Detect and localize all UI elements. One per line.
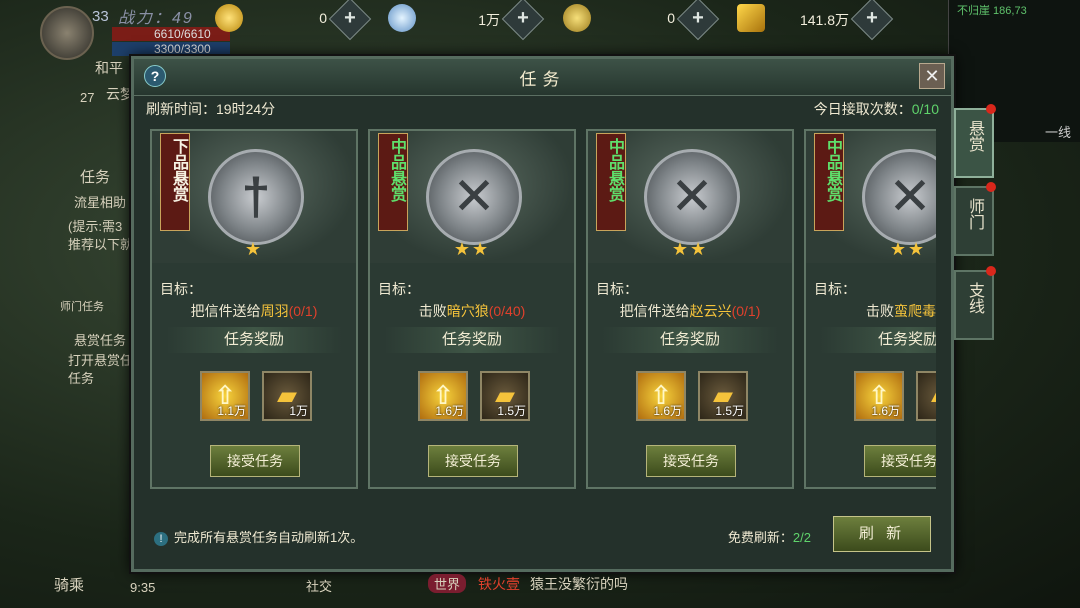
grade-banner: 中品悬赏	[814, 133, 844, 231]
grade-banner: 中品悬赏	[378, 133, 408, 231]
add-gold-button[interactable]: +	[328, 0, 372, 41]
card-art: 中品悬赏 ✕ ★★	[806, 131, 936, 263]
accept-quest-button[interactable]: 接受任务	[864, 445, 936, 477]
goal-label: 目标：	[378, 281, 420, 297]
ticket-reward-item[interactable]: ▰ 1.5万	[698, 371, 748, 421]
reward-header: 任务奖励	[384, 327, 560, 353]
free-refresh-count: 免费刷新：2/2	[727, 530, 811, 545]
goal-text: 把信件送给周羽(0/1)	[190, 303, 318, 319]
grade-text: 下品悬赏	[170, 138, 187, 202]
notification-dot	[986, 182, 996, 192]
info-icon: !	[154, 532, 168, 546]
exp-reward-item[interactable]: ⇧ 1.1万	[200, 371, 250, 421]
dialog-title: 任务	[519, 70, 566, 89]
quest-card: 下品悬赏 † ★ 目标： 把信件送给周羽(0/1) 任务奖励 ⇧ 1.1万 ▰ 1万…	[150, 129, 358, 489]
accept-quest-button[interactable]: 接受任务	[428, 445, 518, 477]
daily-accept-count: 今日接取次数：0/10	[813, 101, 939, 117]
channel-label: 一线	[1044, 125, 1071, 140]
exp-reward-item[interactable]: ⇧ 1.6万	[636, 371, 686, 421]
exp-reward-item[interactable]: ⇧ 1.6万	[854, 371, 904, 421]
social-button[interactable]: 社交	[306, 576, 332, 595]
tab-side-quest[interactable]: 支线	[954, 266, 996, 340]
tab-sect[interactable]: 师门	[954, 182, 996, 256]
quest-tab-label[interactable]: 任务	[80, 166, 110, 187]
quest-dialog: ? 任务 ✕ 刷新时间：19时24分 今日接取次数：0/10 下品悬赏 † ★ …	[131, 56, 954, 572]
goal-text: 击败暗穴狼(0/40)	[418, 303, 526, 319]
quest-2-detail-2: 任务	[68, 371, 95, 386]
mp-bar: 3300/3300	[112, 42, 230, 56]
add-ticket-button[interactable]: +	[850, 0, 894, 41]
goal-text: 把信件送给赵云兴(0/1)	[619, 303, 761, 319]
add-jade-button[interactable]: +	[501, 0, 545, 41]
notification-dot	[986, 266, 996, 276]
dialog-header: ? 任务 ✕	[134, 59, 951, 96]
player-name: 和平	[95, 60, 123, 76]
dagger-emblem-icon: †	[208, 149, 304, 245]
resource-ticket: 141.8万 +	[737, 0, 894, 41]
player-avatar[interactable]	[40, 6, 94, 60]
companion-level: 27	[80, 90, 95, 105]
top-resource-bar: 33 战力：49 6610/6610 3300/3300 0 + 1万 + 0 …	[0, 0, 1080, 60]
card-art: 中品悬赏 ✕ ★★	[370, 131, 574, 263]
grade-text: 中品悬赏	[388, 138, 405, 202]
reward-header: 任务奖励	[166, 327, 342, 353]
star-rating: ★★	[671, 239, 709, 259]
quest-link[interactable]: 师门任务	[60, 298, 104, 314]
reward-header: 任务奖励	[820, 327, 936, 353]
resource-copper: 0 +	[563, 0, 720, 41]
chat-message: 猿王没繁衍的吗	[530, 576, 628, 592]
tab-bounty[interactable]: 悬赏	[954, 104, 996, 178]
goal-label: 目标：	[596, 281, 638, 297]
chat-channel-badge: 世界	[428, 574, 467, 593]
ticket-icon: ▰	[918, 373, 936, 419]
reward-header: 任务奖励	[602, 327, 778, 353]
grade-text: 中品悬赏	[824, 138, 841, 202]
grade-text: 中品悬赏	[606, 138, 623, 202]
goal-text: 击败蛮爬毒蛛	[866, 303, 936, 319]
ticket-reward-item[interactable]: ▰ 1万	[262, 371, 312, 421]
quest-card: 中品悬赏 ✕ ★★ 目标： 击败蛮爬毒蛛 任务奖励 ⇧1.6万 ▰1 接受任务	[804, 129, 936, 489]
quest-1-title[interactable]: 流星相助	[74, 192, 126, 211]
hp-bar: 6610/6610	[112, 27, 230, 41]
quest-card-list[interactable]: 下品悬赏 † ★ 目标： 把信件送给周羽(0/1) 任务奖励 ⇧ 1.1万 ▰ 1万…	[150, 129, 936, 491]
ticket-reward-item[interactable]: ▰ 1.5万	[480, 371, 530, 421]
player-level: 33	[92, 8, 109, 25]
close-button[interactable]: ✕	[919, 63, 945, 89]
card-art: 下品悬赏 † ★	[152, 131, 356, 263]
quest-2-detail: 打开悬赏任	[68, 353, 134, 368]
goal-label: 目标：	[160, 281, 202, 297]
auto-refresh-tip: ! 完成所有悬赏任务自动刷新1次。	[154, 527, 363, 546]
grade-banner: 中品悬赏	[596, 133, 626, 231]
accept-quest-button[interactable]: 接受任务	[210, 445, 300, 477]
crossed-swords-emblem-icon: ✕	[862, 149, 936, 245]
notification-dot	[986, 104, 996, 114]
companion-name: 云梦	[106, 86, 134, 102]
resource-gold: 0 +	[215, 0, 372, 41]
mount-button[interactable]: 骑乘	[54, 574, 84, 595]
combat-power: 战力：49	[118, 10, 194, 27]
crossed-swords-emblem-icon: ✕	[644, 149, 740, 245]
quest-1-hint-2: 推荐以下就	[68, 237, 134, 252]
grade-banner: 下品悬赏	[160, 133, 190, 231]
card-art: 中品悬赏 ✕ ★★	[588, 131, 792, 263]
quest-card: 中品悬赏 ✕ ★★ 目标： 击败暗穴狼(0/40) 任务奖励 ⇧ 1.6万 ▰ 1.…	[368, 129, 576, 489]
resource-jade: 1万 +	[388, 0, 545, 41]
star-rating: ★★	[453, 239, 491, 259]
add-copper-button[interactable]: +	[676, 0, 720, 41]
exp-reward-item[interactable]: ⇧ 1.6万	[418, 371, 468, 421]
quest-card: 中品悬赏 ✕ ★★ 目标： 把信件送给赵云兴(0/1) 任务奖励 ⇧ 1.6万 ▰…	[586, 129, 794, 489]
chat-username[interactable]: 铁火壹	[478, 574, 520, 594]
accept-quest-button[interactable]: 接受任务	[646, 445, 736, 477]
goal-label: 目标：	[814, 281, 856, 297]
crossed-swords-emblem-icon: ✕	[426, 149, 522, 245]
star-rating: ★★	[889, 239, 927, 259]
clock: 9:35	[130, 580, 156, 595]
ticket-reward-item[interactable]: ▰1	[916, 371, 936, 421]
star-rating: ★	[244, 239, 264, 259]
refresh-button[interactable]: 刷 新	[833, 516, 931, 552]
refresh-time: 刷新时间：19时24分	[146, 101, 276, 117]
quest-1-hint: (提示:需3	[68, 219, 123, 234]
bottom-bar: 骑乘 9:35 社交 世界 铁火壹 猿王没繁衍的吗	[0, 570, 1080, 608]
quest-2-title[interactable]: 悬赏任务	[74, 330, 126, 349]
